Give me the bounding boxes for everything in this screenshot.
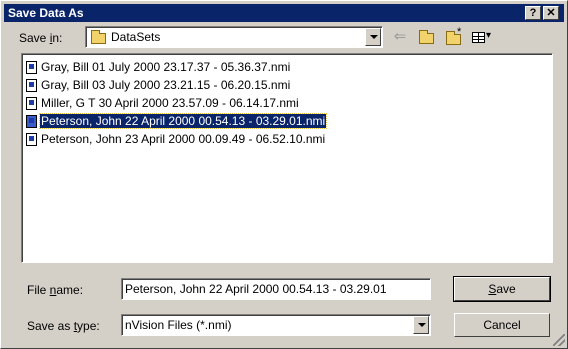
up-folder-icon bbox=[419, 30, 434, 44]
save-in-label: Save in: bbox=[19, 31, 63, 45]
file-name-label: File name: bbox=[27, 283, 84, 297]
view-list-icon bbox=[472, 32, 485, 43]
view-menu-button[interactable]: ▾ bbox=[469, 27, 497, 47]
nmi-file-icon bbox=[26, 60, 37, 74]
create-new-folder-button[interactable]: * bbox=[443, 26, 465, 47]
list-item[interactable]: Gray, Bill 01 July 2000 23.17.37 - 05.36… bbox=[26, 59, 291, 75]
back-arrow-icon: ⇐ bbox=[393, 28, 407, 45]
title-bar: Save Data As ? ✕ bbox=[4, 4, 564, 22]
folder-icon bbox=[91, 30, 106, 44]
close-button[interactable]: ✕ bbox=[543, 6, 559, 20]
chevron-down-icon[interactable] bbox=[413, 316, 429, 334]
close-icon: ✕ bbox=[546, 6, 556, 19]
save-as-type-dropdown[interactable]: nVision Files (*.nmi) bbox=[121, 314, 431, 336]
save-as-type-label: Save as type: bbox=[27, 319, 100, 333]
save-data-as-dialog: Save Data As ? ✕ Save in: DataSets ⇐ * ▾… bbox=[0, 0, 568, 349]
resize-grip-icon[interactable] bbox=[553, 334, 565, 346]
list-item[interactable]: Peterson, John 23 April 2000 00.09.49 - … bbox=[26, 131, 326, 147]
list-item[interactable]: Gray, Bill 03 July 2000 23.21.15 - 06.20… bbox=[26, 77, 291, 93]
up-one-level-button[interactable] bbox=[415, 27, 437, 47]
list-item-selected[interactable]: Peterson, John 22 April 2000 00.54.13 - … bbox=[26, 113, 328, 129]
nmi-file-icon bbox=[26, 114, 37, 128]
back-button[interactable]: ⇐ bbox=[389, 27, 411, 47]
nmi-file-icon bbox=[26, 132, 37, 146]
file-name-input[interactable]: Peterson, John 22 April 2000 00.54.13 - … bbox=[121, 278, 431, 300]
save-button[interactable]: Save bbox=[453, 276, 551, 302]
help-icon: ? bbox=[529, 6, 537, 19]
window-title: Save Data As bbox=[8, 6, 84, 20]
file-name-value: Peterson, John 22 April 2000 00.54.13 - … bbox=[125, 282, 387, 296]
file-list[interactable]: Gray, Bill 01 July 2000 23.17.37 - 05.36… bbox=[21, 53, 553, 263]
help-button[interactable]: ? bbox=[525, 6, 541, 20]
dropdown-arrow-icon: ▾ bbox=[486, 30, 492, 41]
nmi-file-icon bbox=[26, 96, 37, 110]
chevron-down-icon[interactable] bbox=[365, 28, 381, 46]
list-item[interactable]: Miller, G T 30 April 2000 23.57.09 - 06.… bbox=[26, 95, 300, 111]
nmi-file-icon bbox=[26, 78, 37, 92]
save-in-value: DataSets bbox=[111, 30, 161, 44]
save-as-type-value: nVision Files (*.nmi) bbox=[125, 318, 232, 332]
cancel-button[interactable]: Cancel bbox=[454, 313, 550, 337]
save-in-dropdown[interactable]: DataSets bbox=[85, 26, 383, 48]
